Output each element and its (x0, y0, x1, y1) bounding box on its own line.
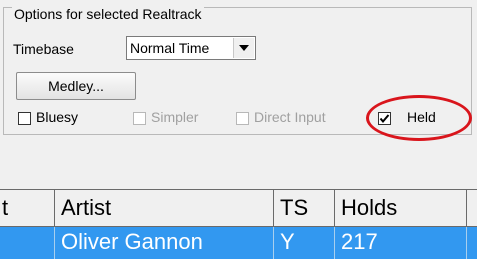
column-header-ts[interactable]: TS (274, 190, 335, 226)
simpler-checkbox[interactable] (133, 112, 146, 125)
tracks-table-header: t Artist TS Holds (0, 189, 477, 227)
column-header-artist[interactable]: Artist (55, 190, 274, 226)
column-header-next[interactable] (467, 190, 477, 226)
cell-ts: Y (274, 227, 335, 259)
direct-input-label: Direct Input (254, 109, 326, 125)
column-header-t[interactable]: t (0, 190, 55, 226)
direct-input-checkbox[interactable] (236, 112, 249, 125)
timebase-select-value: Normal Time (130, 40, 210, 56)
bluesy-checkbox[interactable] (18, 112, 31, 125)
simpler-label: Simpler (151, 109, 199, 125)
column-header-holds[interactable]: Holds (335, 190, 467, 226)
medley-button[interactable]: Medley... (16, 72, 136, 100)
cell-holds: 217 (335, 227, 467, 259)
cell-next (467, 227, 477, 259)
triangle-down-icon (239, 45, 249, 51)
groupbox-title: Options for selected Realtrack (12, 6, 204, 22)
timebase-label: Timebase (13, 41, 74, 57)
held-highlight-annotation (366, 95, 472, 141)
bluesy-label: Bluesy (36, 109, 79, 125)
dropdown-button[interactable] (233, 38, 254, 58)
timebase-select[interactable]: Normal Time (126, 36, 256, 60)
realtrack-options-panel: Options for selected Realtrack Timebase … (0, 0, 477, 259)
cell-t (0, 227, 55, 259)
table-row[interactable]: Oliver Gannon Y 217 (0, 227, 477, 259)
cell-artist: Oliver Gannon (55, 227, 274, 259)
